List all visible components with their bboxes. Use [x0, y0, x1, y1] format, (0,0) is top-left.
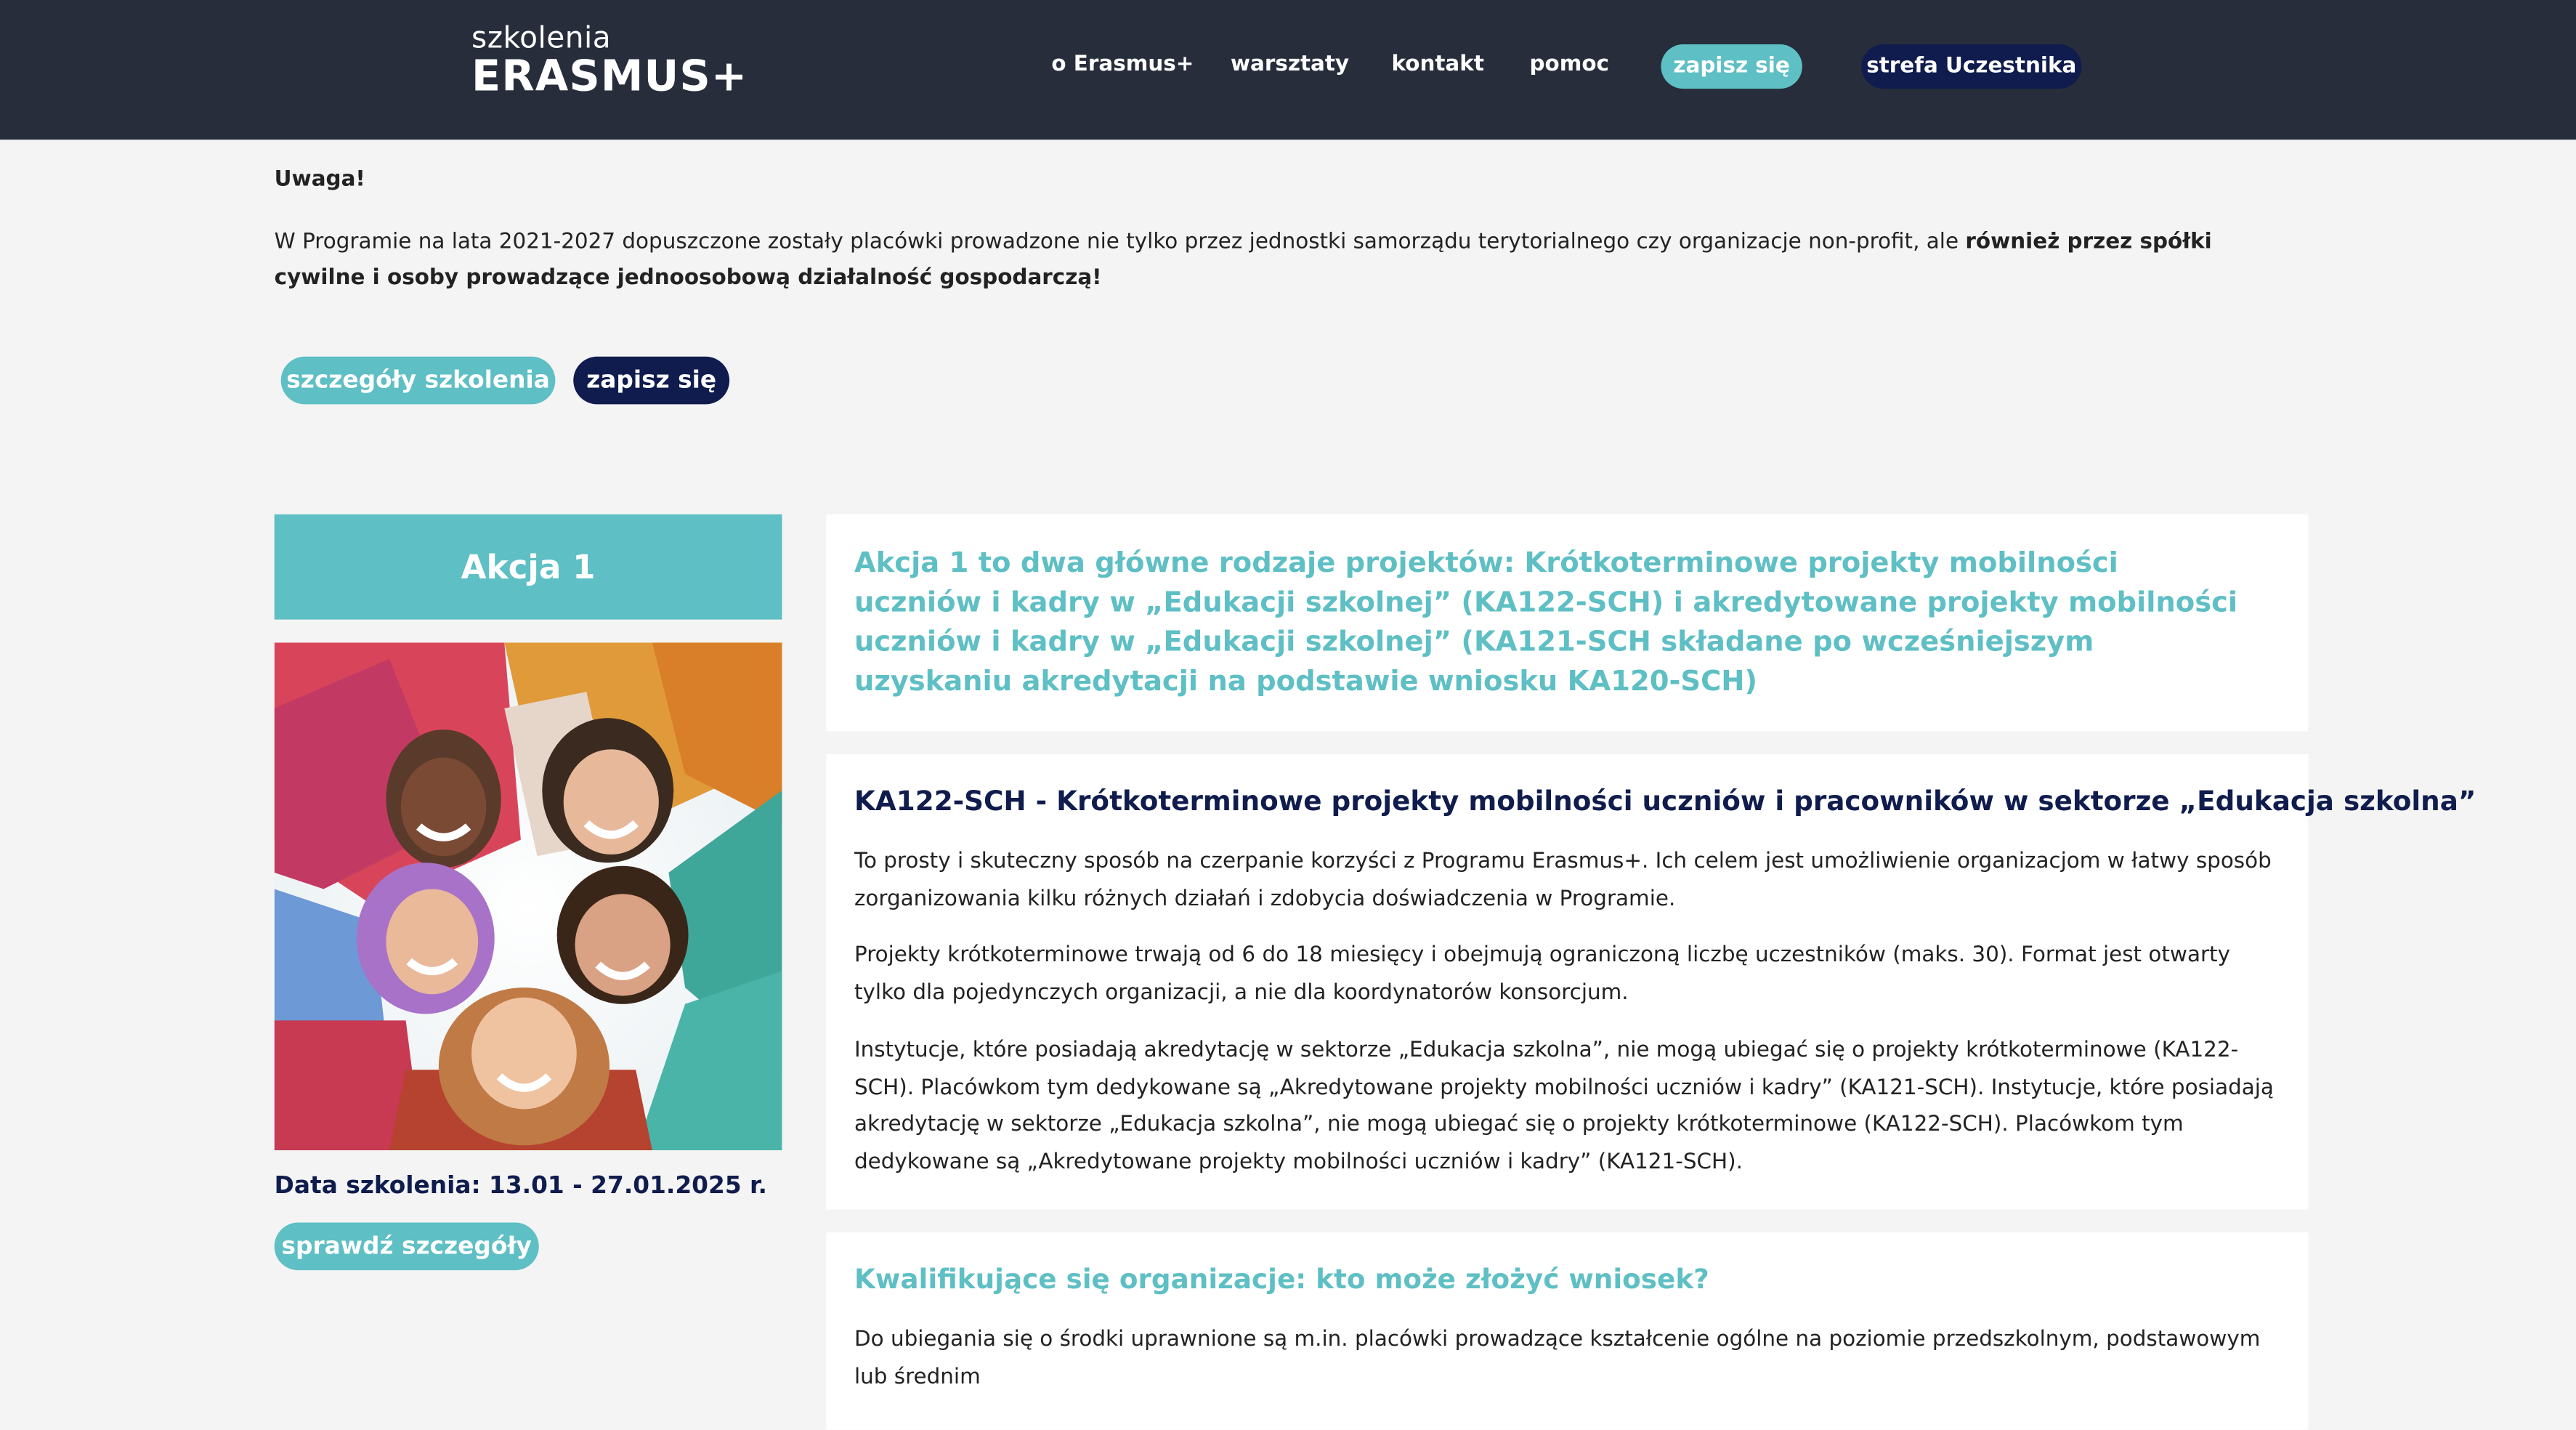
- ka122-paragraph-2: Projekty krótkoterminowe trwają od 6 do …: [854, 943, 2230, 1005]
- akcja-title-box: Akcja 1: [274, 514, 782, 620]
- nav-help[interactable]: pomoc: [1529, 52, 1609, 77]
- intro-text: Akcja 1 to dwa główne rodzaje projektów:…: [854, 547, 2238, 699]
- ka122-card: KA122-SCH - Krótkoterminowe projekty mob…: [826, 754, 2476, 1210]
- nav-about-erasmus[interactable]: o Erasmus+: [1051, 52, 1194, 77]
- signup-button[interactable]: zapisz się: [573, 356, 730, 405]
- ka122-paragraph-1: To prosty i skuteczny sposób na czerpani…: [854, 849, 2272, 912]
- training-date: Data szkolenia: 13.01 - 27.01.2025 r.: [274, 1173, 768, 1200]
- main-nav: o Erasmus+ warsztaty kontakt pomoc zapis…: [0, 44, 2576, 89]
- check-details-button[interactable]: sprawdź szczegóły: [274, 1222, 539, 1271]
- nav-contact[interactable]: kontakt: [1391, 52, 1483, 77]
- site-header: szkolenia ERASMUS+ o Erasmus+ warsztaty …: [0, 0, 2576, 140]
- notice-text-regular: W Programie na lata 2021-2027 dopuszczon…: [274, 230, 1966, 255]
- eligible-orgs-card: Kwalifikujące się organizacje: kto może …: [826, 1232, 2309, 1430]
- intro-card: Akcja 1 to dwa główne rodzaje projektów:…: [826, 514, 2309, 732]
- eligible-orgs-heading: Kwalifikujące się organizacje: kto może …: [854, 1264, 1709, 1296]
- ka122-heading: KA122-SCH - Krótkoterminowe projekty mob…: [854, 785, 2476, 817]
- eligible-orgs-paragraph: Do ubiegania się o środki uprawnione są …: [854, 1328, 2261, 1390]
- ka122-paragraph-3: Instytucje, które posiadają akredytację …: [854, 1038, 2274, 1174]
- nav-signup-button[interactable]: zapisz się: [1661, 44, 1802, 89]
- group-photo: [274, 642, 782, 1151]
- participant-zone-button[interactable]: strefa Uczestnika: [1861, 44, 2082, 89]
- notice-title: Uwaga!: [274, 167, 365, 193]
- training-details-button[interactable]: szczegóły szkolenia: [280, 356, 556, 405]
- notice-text: W Programie na lata 2021-2027 dopuszczon…: [275, 225, 2271, 298]
- nav-workshops[interactable]: warsztaty: [1231, 52, 1349, 77]
